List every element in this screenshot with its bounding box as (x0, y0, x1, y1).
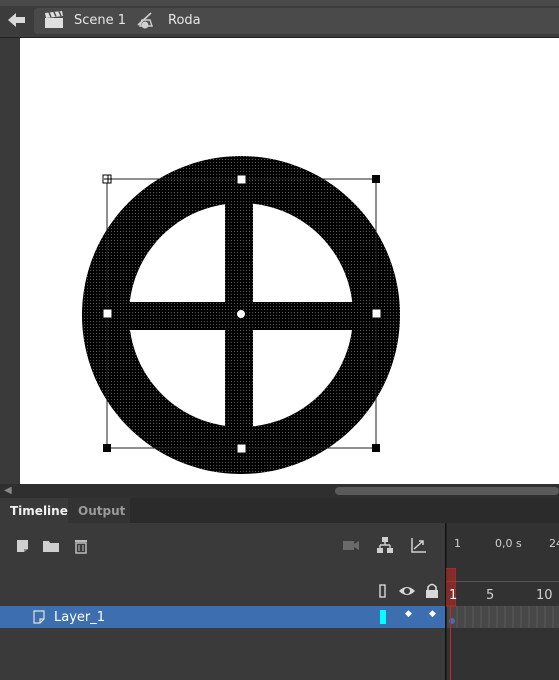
wheel-graphic[interactable] (20, 38, 559, 484)
eye-icon[interactable] (398, 582, 416, 600)
layer-row[interactable]: Layer_1 ◆ ◆ (0, 606, 446, 628)
timeline-panel: Layer_1 ◆ ◆ 1 0,0 s 24 1 5 10 (0, 523, 559, 680)
symbol-crumb[interactable]: Roda (168, 13, 201, 28)
ruler-divider (447, 581, 559, 582)
visibility-dot-icon[interactable]: ◆ (405, 609, 412, 619)
timeline-divider (445, 523, 446, 680)
frame-tick-1: 1 (449, 588, 458, 603)
stage-canvas[interactable] (20, 38, 559, 484)
new-layer-icon[interactable] (14, 537, 32, 555)
playhead[interactable] (445, 568, 456, 680)
trash-icon[interactable] (72, 537, 90, 555)
animate-workspace: Scene 1 Roda ◀ Timeline Output Layer_1 ◆… (0, 0, 559, 680)
breadcrumb: Scene 1 Roda (34, 8, 559, 34)
new-folder-icon[interactable] (42, 537, 60, 555)
layer-page-icon (33, 610, 45, 624)
layer-name[interactable]: Layer_1 (54, 610, 105, 625)
fps-readout: 24 (549, 537, 559, 550)
tab-timeline[interactable]: Timeline (0, 498, 78, 523)
frame-tick-5: 5 (486, 588, 495, 603)
scene-crumb[interactable]: Scene 1 (74, 13, 126, 28)
lock-dot-icon[interactable]: ◆ (429, 609, 436, 619)
panel-tabs: Timeline Output (0, 498, 559, 523)
top-strip (0, 0, 559, 6)
camera-icon[interactable] (342, 536, 360, 554)
graphic-symbol-icon (137, 12, 153, 29)
time-readout: 0,0 s (495, 537, 522, 550)
layer-outline-color-swatch[interactable] (380, 610, 386, 624)
scroll-left-icon[interactable]: ◀ (4, 485, 12, 496)
graph-icon[interactable] (410, 536, 428, 554)
stage-area (0, 38, 559, 484)
tab-output[interactable]: Output (68, 498, 130, 523)
clapperboard-icon (45, 11, 63, 28)
current-frame-readout: 1 (454, 537, 461, 550)
lock-icon[interactable] (423, 582, 441, 600)
frames-row[interactable] (447, 606, 559, 628)
horizontal-scrollbar[interactable]: ◀ (0, 484, 559, 498)
frame-cells (449, 606, 554, 628)
back-arrow-icon[interactable] (6, 10, 28, 30)
edit-bar: Scene 1 Roda (0, 0, 559, 38)
outline-column-icon[interactable] (374, 582, 392, 600)
frame-tick-10: 10 (536, 588, 553, 603)
timeline-ruler[interactable]: 1 0,0 s 24 1 5 10 (446, 523, 559, 680)
scrollbar-thumb[interactable] (335, 487, 559, 495)
layer-parenting-icon[interactable] (376, 536, 394, 554)
